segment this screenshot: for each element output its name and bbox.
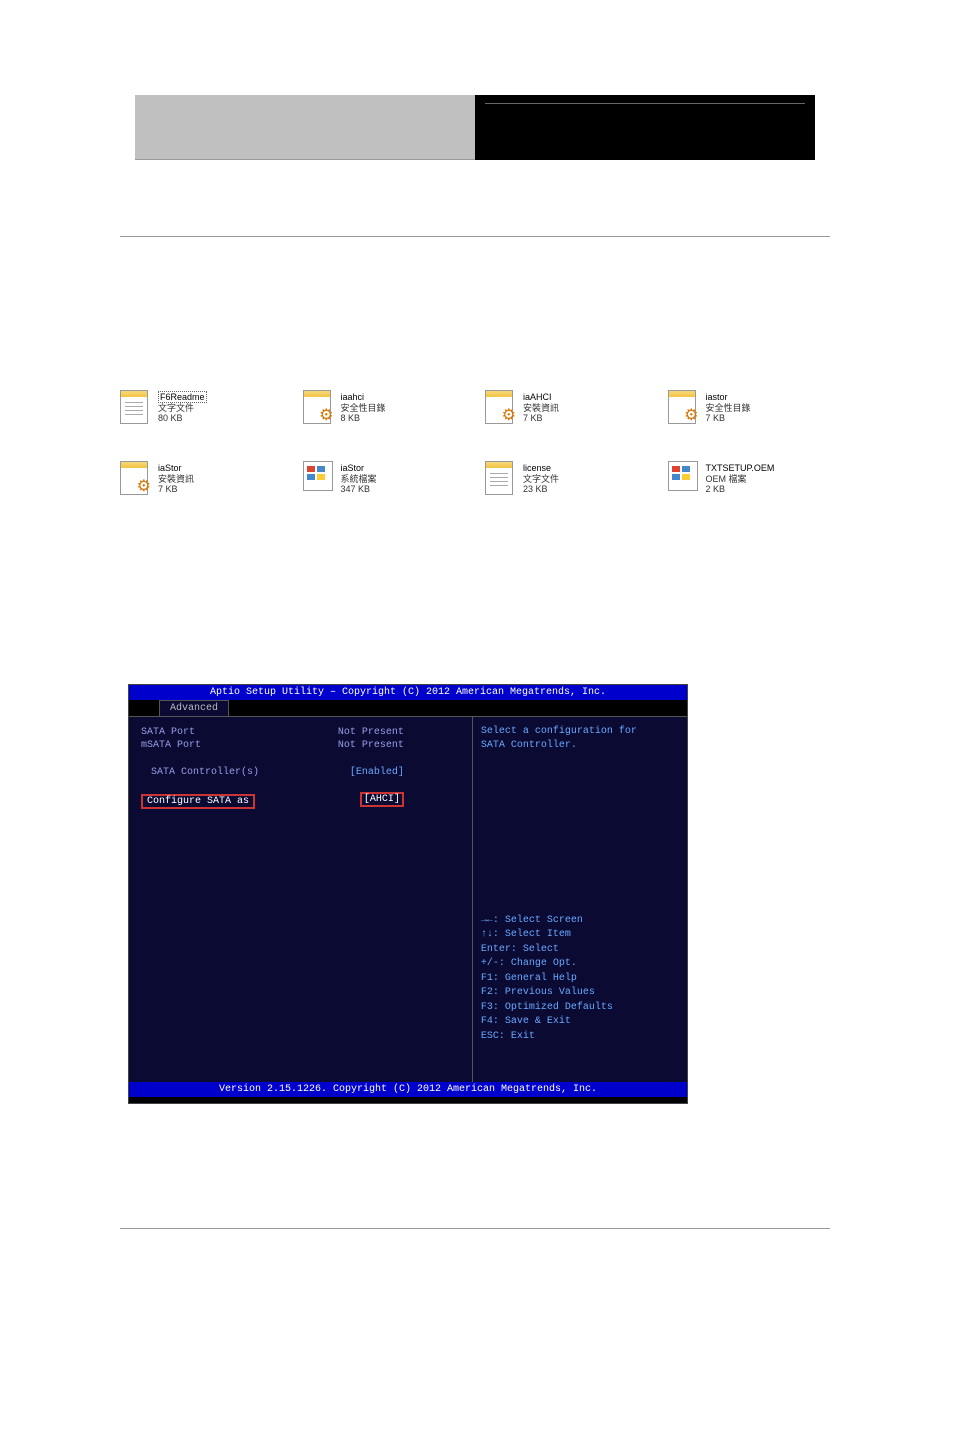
file-size-label: 8 KB [341, 413, 386, 424]
file-info: iaStor 安裝資訊 7 KB [158, 463, 194, 495]
bios-nav-line: →←: Select Screen [481, 914, 679, 929]
file-item-iaahci-inf[interactable]: iaAHCI 安裝資訊 7 KB [485, 390, 658, 426]
file-size-label: 23 KB [523, 484, 559, 495]
bios-label: mSATA Port [137, 740, 201, 751]
bios-nav-line: F4: Save & Exit [481, 1015, 679, 1030]
bios-value: Not Present [338, 740, 464, 751]
bios-options-panel: SATA Port Not Present mSATA Port Not Pre… [129, 717, 472, 1082]
file-type-label: 安裝資訊 [523, 403, 559, 414]
file-size-label: 347 KB [341, 484, 377, 495]
file-name-label: TXTSETUP.OEM [706, 463, 775, 474]
bios-selected-value: [AHCI] [360, 792, 404, 807]
file-type-label: 安全性目錄 [706, 403, 751, 414]
bios-value: Not Present [338, 727, 464, 738]
file-name-label: license [523, 463, 559, 474]
file-item-iastor-inf[interactable]: iaStor 安裝資訊 7 KB [120, 461, 293, 497]
bios-tab-advanced[interactable]: Advanced [159, 700, 229, 716]
file-size-label: 80 KB [158, 413, 207, 424]
page-header-bar [135, 95, 815, 160]
file-item-iastor-cat[interactable]: iastor 安全性目錄 7 KB [668, 390, 841, 426]
bios-nav-line: F2: Previous Values [481, 986, 679, 1001]
file-info: F6Readme 文字文件 80 KB [158, 392, 207, 424]
file-name-label: iaahci [341, 392, 386, 403]
section-divider [120, 236, 830, 237]
bios-nav-line: ↑↓: Select Item [481, 928, 679, 943]
bios-help-line: SATA Controller. [481, 739, 679, 753]
bios-nav-line: ESC: Exit [481, 1030, 679, 1045]
file-name-label: iastor [706, 392, 751, 403]
catalog-file-icon [668, 390, 700, 426]
file-info: iaStor 系統檔案 347 KB [341, 463, 377, 495]
bios-nav-line: +/-: Change Opt. [481, 957, 679, 972]
header-left-grey [135, 95, 475, 160]
inf-file-icon [120, 461, 152, 497]
bios-row-sata-port: SATA Port Not Present [137, 727, 464, 738]
file-item-iastor-sys[interactable]: iaStor 系統檔案 347 KB [303, 461, 476, 497]
file-type-label: OEM 檔案 [706, 474, 775, 485]
bios-label: SATA Port [137, 727, 195, 738]
bios-help-text: Select a configuration for SATA Controll… [481, 725, 679, 753]
bios-label: SATA Controller(s) [137, 767, 259, 778]
bios-footer-bar: Version 2.15.1226. Copyright (C) 2012 Am… [129, 1082, 687, 1097]
file-item-license[interactable]: license 文字文件 23 KB [485, 461, 658, 497]
bios-nav-line: F3: Optimized Defaults [481, 1001, 679, 1016]
inf-file-icon [485, 390, 517, 426]
file-type-label: 安裝資訊 [158, 474, 194, 485]
bios-nav-line: F1: General Help [481, 972, 679, 987]
oem-file-icon [668, 461, 700, 497]
file-type-label: 系統檔案 [341, 474, 377, 485]
file-info: TXTSETUP.OEM OEM 檔案 2 KB [706, 463, 775, 495]
file-size-label: 7 KB [523, 413, 559, 424]
file-name-label: iaStor [341, 463, 377, 474]
bios-row-sata-controllers[interactable]: SATA Controller(s) [Enabled] [137, 767, 464, 778]
file-item-f6readme[interactable]: F6Readme 文字文件 80 KB [120, 390, 293, 426]
bios-body: SATA Port Not Present mSATA Port Not Pre… [129, 716, 687, 1082]
file-name-label: F6Readme [158, 391, 207, 403]
file-info: license 文字文件 23 KB [523, 463, 559, 495]
header-right-black [475, 95, 815, 160]
file-type-label: 安全性目錄 [341, 403, 386, 414]
file-size-label: 7 KB [706, 413, 751, 424]
file-info: iaahci 安全性目錄 8 KB [341, 392, 386, 424]
file-name-label: iaAHCI [523, 392, 559, 403]
file-size-label: 7 KB [158, 484, 194, 495]
file-item-iaahci-cat[interactable]: iaahci 安全性目錄 8 KB [303, 390, 476, 426]
file-info: iastor 安全性目錄 7 KB [706, 392, 751, 424]
catalog-file-icon [303, 390, 335, 426]
text-file-icon [485, 461, 517, 497]
bios-row-msata-port: mSATA Port Not Present [137, 740, 464, 751]
file-type-label: 文字文件 [158, 403, 207, 414]
file-name-label: iaStor [158, 463, 194, 474]
file-item-txtsetup[interactable]: TXTSETUP.OEM OEM 檔案 2 KB [668, 461, 841, 497]
bios-navigation-legend: →←: Select Screen ↑↓: Select Item Enter:… [481, 914, 679, 1075]
bios-title-bar: Aptio Setup Utility – Copyright (C) 2012… [129, 685, 687, 700]
bios-row-configure-sata[interactable]: Configure SATA as [AHCI] [137, 794, 464, 809]
bios-help-line: Select a configuration for [481, 725, 679, 739]
footer-divider [120, 1228, 830, 1229]
bios-help-panel: Select a configuration for SATA Controll… [472, 717, 687, 1082]
bios-nav-line: Enter: Select [481, 943, 679, 958]
bios-setup-screenshot: Aptio Setup Utility – Copyright (C) 2012… [128, 684, 688, 1104]
file-size-label: 2 KB [706, 484, 775, 495]
bios-selected-label: Configure SATA as [141, 794, 255, 809]
bios-value: [Enabled] [350, 767, 464, 778]
sys-file-icon [303, 461, 335, 497]
text-file-icon [120, 390, 152, 426]
file-type-label: 文字文件 [523, 474, 559, 485]
file-info: iaAHCI 安裝資訊 7 KB [523, 392, 559, 424]
file-listing-grid: F6Readme 文字文件 80 KB iaahci 安全性目錄 8 KB ia… [120, 390, 840, 497]
